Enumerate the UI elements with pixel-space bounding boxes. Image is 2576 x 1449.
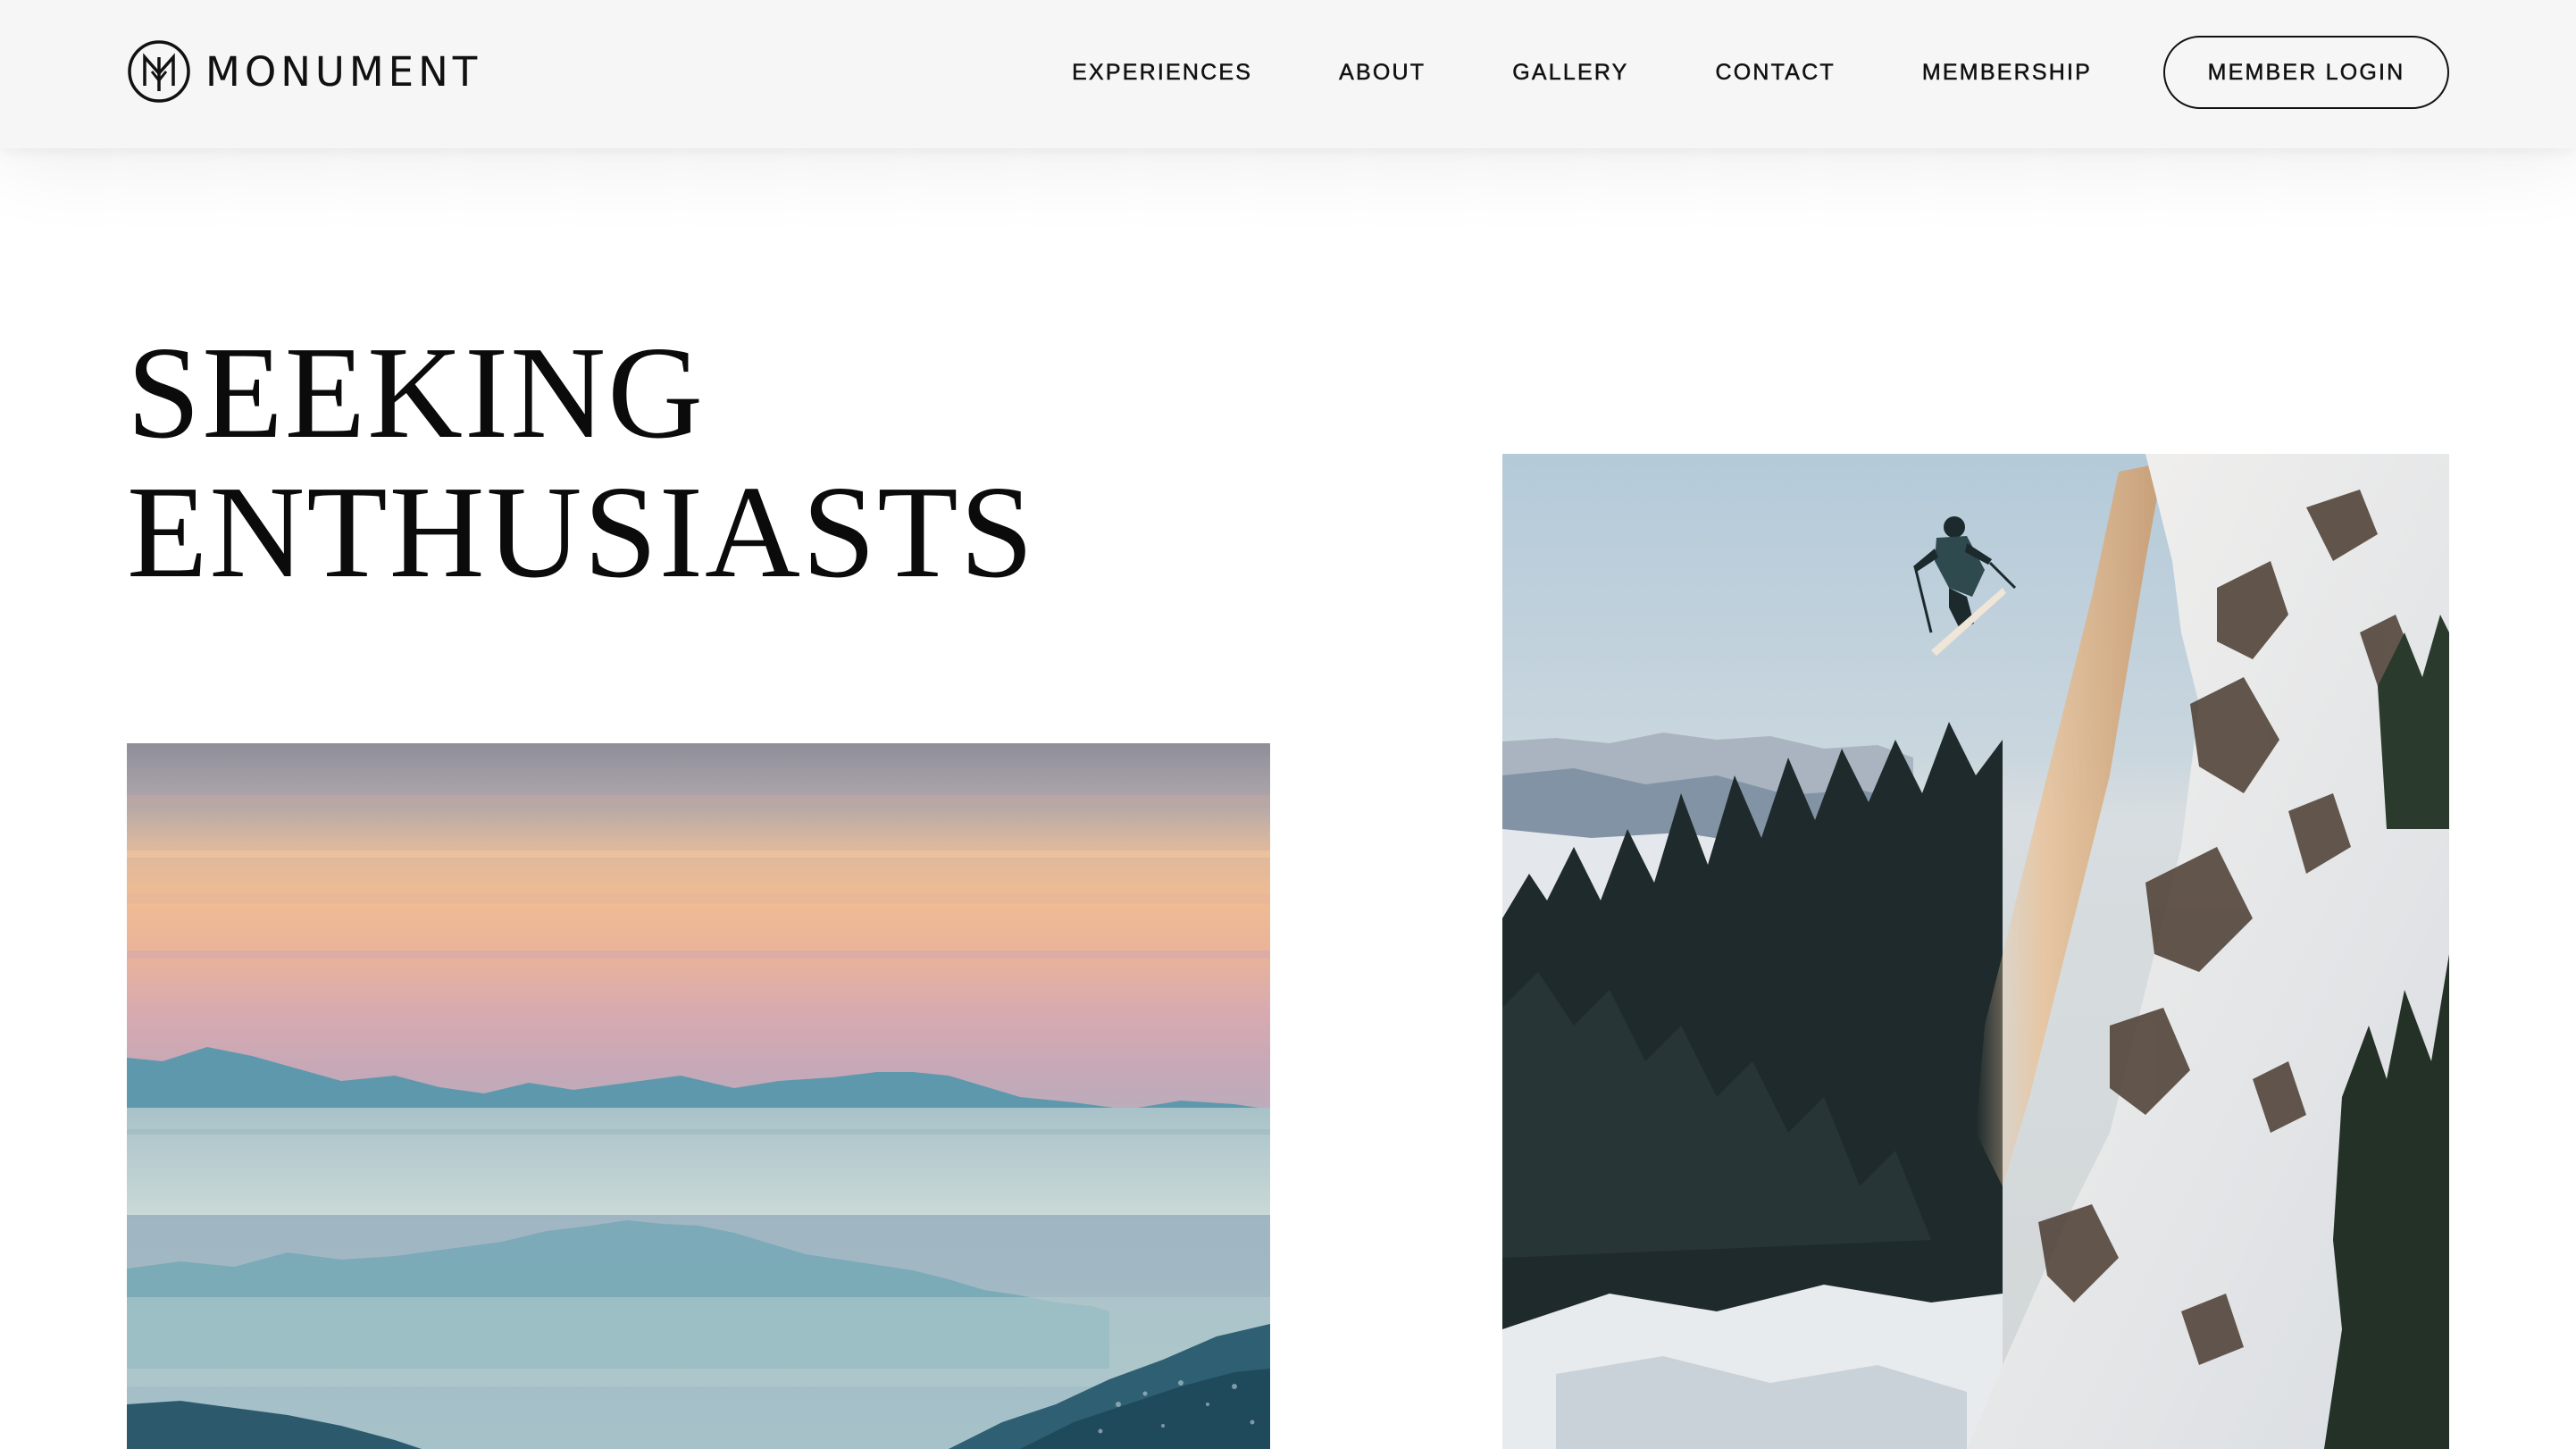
page-heading: SEEKING ENTHUSIASTS [127,323,1035,602]
nav-item-experiences[interactable]: EXPERIENCES [1072,59,1252,86]
skier-cliff-image [1502,454,2449,1449]
nav-item-membership[interactable]: MEMBERSHIP [1922,59,2092,86]
monument-monogram-icon [128,40,190,103]
main-nav: EXPERIENCES ABOUT GALLERY CONTACT MEMBER… [1072,34,2449,111]
brand-name: MONUMENT [205,47,482,96]
nav-item-gallery[interactable]: GALLERY [1512,59,1628,86]
nav-item-about[interactable]: ABOUT [1339,59,1426,86]
nav-item-contact[interactable]: CONTACT [1715,59,1836,86]
brand-logo[interactable]: MONUMENT [127,39,481,104]
heading-line-2: ENTHUSIASTS [127,459,1035,606]
site-header: MONUMENT EXPERIENCES ABOUT GALLERY CONTA… [0,0,2576,148]
heading-line-1: SEEKING [127,320,706,466]
member-login-button[interactable]: MEMBER LOGIN [2163,36,2449,109]
mountain-sunset-image [127,743,1270,1449]
